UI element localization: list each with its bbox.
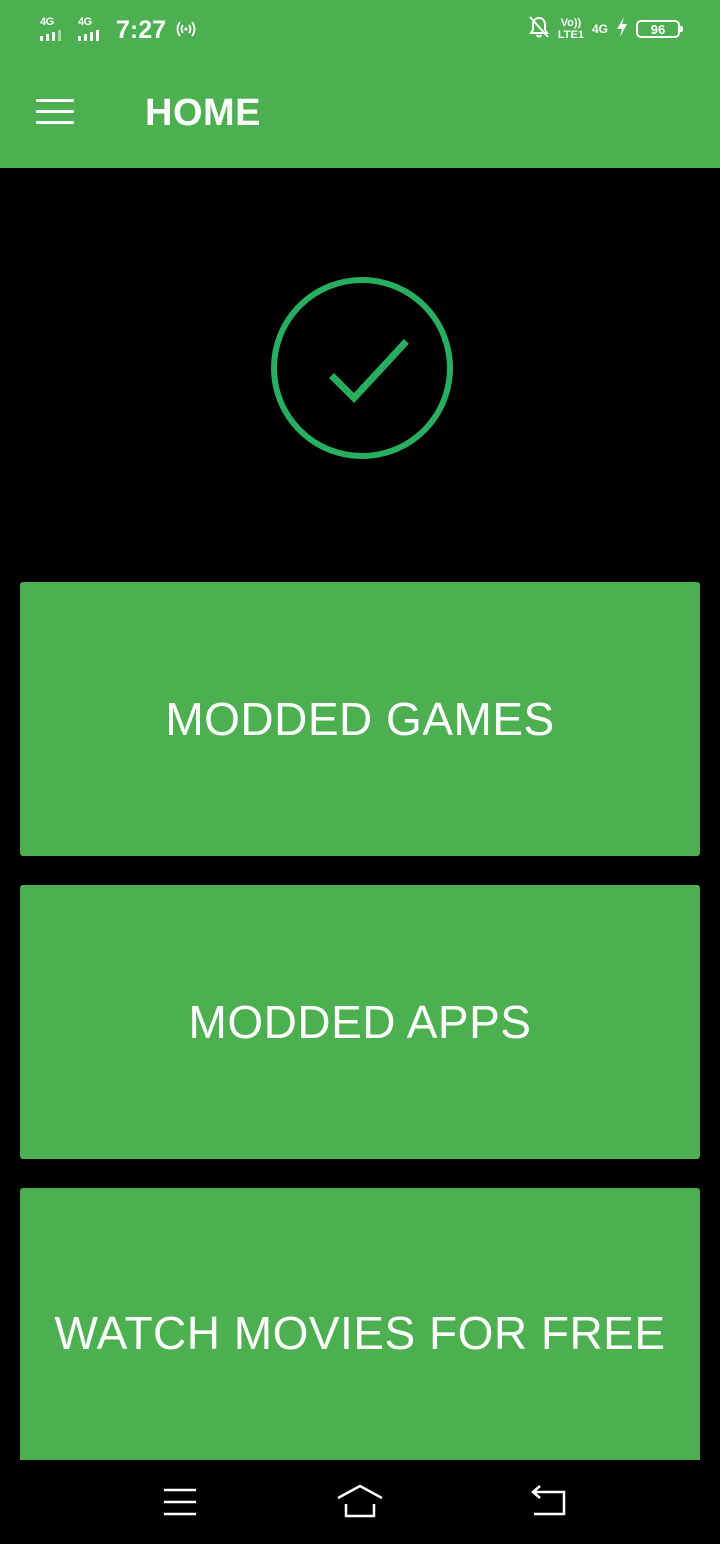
hamburger-menu-icon[interactable] bbox=[36, 98, 76, 126]
bell-muted-icon bbox=[528, 15, 550, 44]
status-bar-left: 4G 4G 7:27 bbox=[38, 10, 198, 50]
modded-apps-label: MODDED APPS bbox=[188, 996, 532, 1048]
signal-icon: 4G bbox=[38, 13, 72, 47]
battery-level: 96 bbox=[650, 21, 666, 37]
app-bar: HOME bbox=[0, 58, 720, 168]
charging-icon bbox=[616, 16, 628, 43]
watch-movies-label: WATCH MOVIES FOR FREE bbox=[54, 1307, 666, 1359]
data-network-icon: 4G bbox=[591, 22, 608, 36]
watch-movies-button[interactable]: WATCH MOVIES FOR FREE bbox=[20, 1188, 700, 1478]
modded-games-button[interactable]: MODDED GAMES bbox=[20, 582, 700, 856]
modded-apps-button[interactable]: MODDED APPS bbox=[20, 885, 700, 1159]
volte-top-label: Vo)) bbox=[560, 17, 582, 29]
volte-icon: Vo)) LTE1 bbox=[558, 17, 584, 41]
sim2-network-label: 4G bbox=[78, 16, 92, 28]
signal-icon: 4G bbox=[76, 13, 110, 47]
modded-games-label: MODDED GAMES bbox=[165, 693, 555, 745]
screen: 4G 4G 7:27 Vo)) LTE1 4G 96 HOME MODDED G… bbox=[0, 0, 720, 1544]
recent-apps-icon[interactable] bbox=[150, 1482, 210, 1522]
check-circle-icon bbox=[268, 274, 456, 462]
hotspot-icon bbox=[174, 19, 198, 42]
status-bar-right: Vo)) LTE1 4G 96 bbox=[528, 12, 683, 46]
status-time: 7:27 bbox=[116, 15, 167, 44]
home-icon[interactable] bbox=[330, 1482, 390, 1522]
volte-bottom-label: LTE1 bbox=[557, 29, 584, 41]
back-icon[interactable] bbox=[518, 1482, 578, 1522]
page-title: HOME bbox=[145, 92, 261, 134]
status-bar: 4G 4G 7:27 Vo)) LTE1 4G 96 bbox=[0, 0, 720, 58]
battery-icon: 96 bbox=[636, 20, 683, 38]
sim1-network-label: 4G bbox=[40, 16, 54, 28]
system-nav-bar bbox=[0, 1460, 720, 1544]
